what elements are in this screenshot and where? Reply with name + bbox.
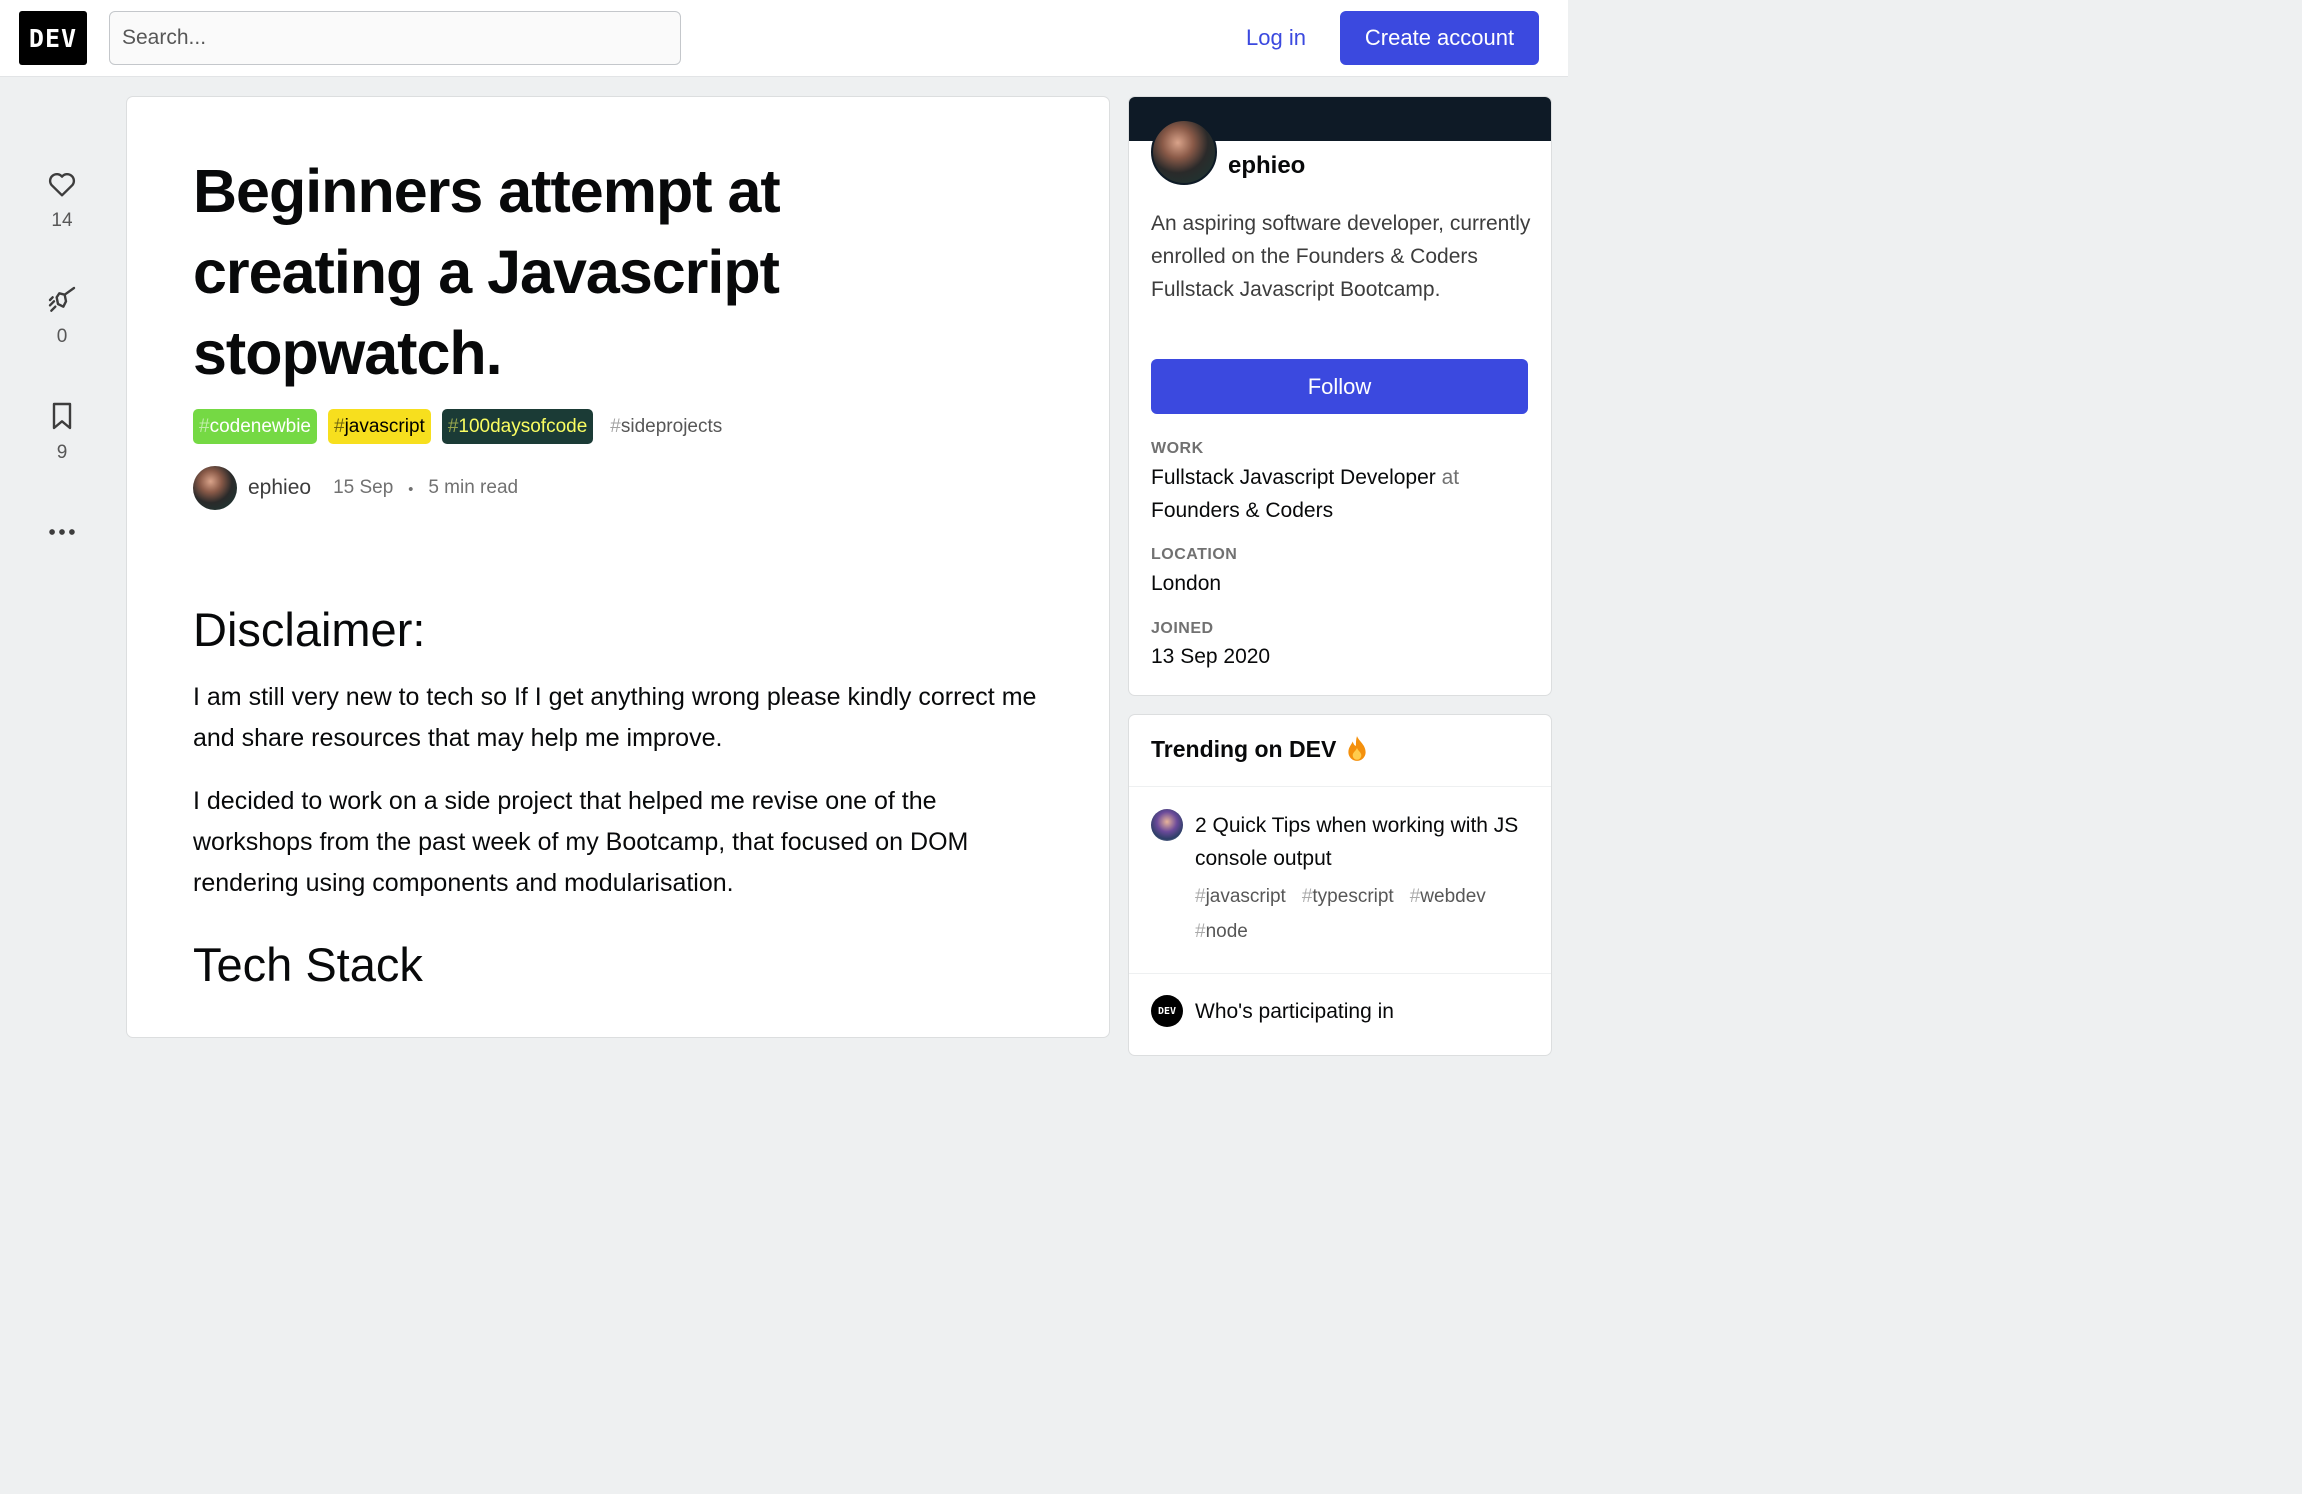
profile-bio: An aspiring software developer, currentl… [1151, 212, 1531, 301]
unicorn-icon [48, 286, 76, 312]
dev-logo[interactable]: DEV [19, 11, 87, 65]
paragraph: I decided to work on a side project that… [193, 787, 969, 897]
unicorn-reaction[interactable]: 0 [28, 284, 96, 348]
trending-tag[interactable]: #node [1195, 914, 1248, 949]
author-name[interactable]: ephieo [248, 476, 311, 500]
profile-name[interactable]: ephieo [1228, 152, 1305, 180]
meta-separator: ・ [401, 479, 421, 501]
profile-avatar[interactable] [1151, 119, 1217, 185]
paragraph: I am still very new to tech so If I get … [193, 683, 1037, 752]
tag-codenewbie[interactable]: # codenewbie [193, 409, 317, 444]
heading-tech-stack: Tech Stack [193, 938, 423, 991]
create-account-button[interactable]: Create account [1340, 11, 1539, 65]
article-tags: # codenewbie # javascript #100daysofcode #… [193, 409, 728, 444]
publish-date: 15 Sep [333, 477, 394, 498]
search-input[interactable] [109, 11, 681, 65]
location-value: London [1151, 572, 1222, 595]
trending-author-avatar[interactable] [1151, 809, 1183, 841]
author-avatar[interactable] [193, 466, 237, 510]
joined-value: 13 Sep 2020 [1151, 645, 1271, 668]
dev-avatar[interactable]: DEV [1151, 995, 1183, 1027]
article-body: Disclaimer: I am still very new to tech … [193, 597, 1053, 1012]
follow-button[interactable]: Follow [1151, 359, 1528, 414]
work-title: Fullstack Javascript Developer [1151, 466, 1436, 489]
trending-tag[interactable]: #webdev [1410, 879, 1486, 914]
trending-item-tags: #javascript #typescript #webdev #node [1195, 879, 1525, 949]
read-time: 5 min read [428, 477, 519, 498]
tag-javascript[interactable]: # javascript [328, 409, 431, 444]
trending-tag[interactable]: #typescript [1302, 879, 1394, 914]
article-title: Beginners attempt at creating a Javascri… [193, 157, 781, 387]
ellipsis-icon [49, 529, 75, 535]
trending-item[interactable]: DEV Who's participating in [1151, 995, 1531, 1055]
trending-item-title[interactable]: Who's participating in [1195, 995, 1525, 1028]
tag-100daysofcode[interactable]: #100daysofcode [441, 409, 594, 444]
divider [1129, 973, 1551, 974]
trending-tag[interactable]: #javascript [1195, 879, 1286, 914]
trending-item-title[interactable]: 2 Quick Tips when working with JS consol… [1195, 809, 1525, 875]
unicorn-count: 0 [56, 326, 68, 347]
tag-sideprojects[interactable]: # sideprojects [604, 409, 728, 444]
trending-title: Trending on DEV [1151, 735, 1337, 762]
article-meta: ephieo 15 Sep ・ 5 min read [193, 466, 518, 510]
heart-icon [48, 172, 76, 197]
bookmark-reaction[interactable]: 9 [28, 400, 96, 464]
top-header: DEV Log in Create account [0, 0, 1568, 77]
location-label: LOCATION [1151, 546, 1238, 563]
heading-disclaimer: Disclaimer: [193, 603, 426, 656]
work-company: Founders & Coders [1151, 499, 1334, 522]
divider [1129, 786, 1551, 787]
bookmark-count: 9 [56, 442, 68, 463]
trending-card: Trending on DEV 2 Quick Tips when workin… [1129, 715, 1551, 1055]
trending-heading: Trending on DEV [1151, 735, 1370, 763]
fire-icon [1348, 736, 1366, 761]
article-card: Beginners attempt at creating a Javascri… [127, 97, 1109, 1037]
heart-count: 14 [51, 210, 73, 231]
bookmark-icon [52, 402, 72, 430]
work-at: at [1441, 466, 1460, 489]
heart-reaction[interactable]: 14 [28, 168, 96, 232]
author-profile-card: ephieo An aspiring software developer, c… [1129, 97, 1551, 695]
joined-label: JOINED [1151, 620, 1214, 637]
work-label: WORK [1151, 440, 1204, 457]
trending-item[interactable]: 2 Quick Tips when working with JS consol… [1151, 809, 1531, 959]
more-options-button[interactable] [28, 520, 96, 544]
work-value: Fullstack Javascript Developer at Founde… [1151, 461, 1531, 527]
login-link[interactable]: Log in [1226, 11, 1326, 65]
